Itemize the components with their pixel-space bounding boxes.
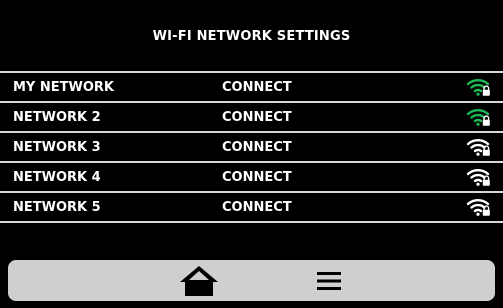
header: WI-FI NETWORK SETTINGS (0, 0, 503, 70)
network-row[interactable]: NETWORK 2 CONNECT (0, 101, 503, 131)
connect-button[interactable]: CONNECT (222, 80, 292, 95)
network-name: NETWORK 2 (13, 109, 101, 125)
wifi-lock-icon (466, 77, 491, 97)
menu-button[interactable] (314, 268, 344, 294)
network-list: MY NETWORK CONNECT NETWORK 2 CONNECT NET… (0, 71, 503, 223)
network-name: NETWORK 4 (13, 169, 101, 185)
network-name: NETWORK 3 (13, 139, 101, 155)
network-row[interactable]: NETWORK 5 CONNECT (0, 191, 503, 223)
wifi-lock-icon (466, 107, 491, 127)
bottom-nav-bar (8, 260, 495, 301)
connect-button[interactable]: CONNECT (222, 140, 292, 155)
connect-button[interactable]: CONNECT (222, 110, 292, 125)
wifi-lock-icon (466, 167, 491, 187)
network-row[interactable]: MY NETWORK CONNECT (0, 71, 503, 101)
home-icon (180, 266, 218, 296)
network-row[interactable]: NETWORK 3 CONNECT (0, 131, 503, 161)
menu-icon (317, 272, 341, 290)
wifi-lock-icon (466, 137, 491, 157)
wifi-lock-icon (466, 197, 491, 217)
network-row[interactable]: NETWORK 4 CONNECT (0, 161, 503, 191)
network-name: MY NETWORK (13, 79, 114, 95)
network-name: NETWORK 5 (13, 199, 101, 215)
connect-button[interactable]: CONNECT (222, 200, 292, 215)
home-button[interactable] (177, 264, 221, 298)
page-title: WI-FI NETWORK SETTINGS (152, 28, 351, 44)
connect-button[interactable]: CONNECT (222, 170, 292, 185)
